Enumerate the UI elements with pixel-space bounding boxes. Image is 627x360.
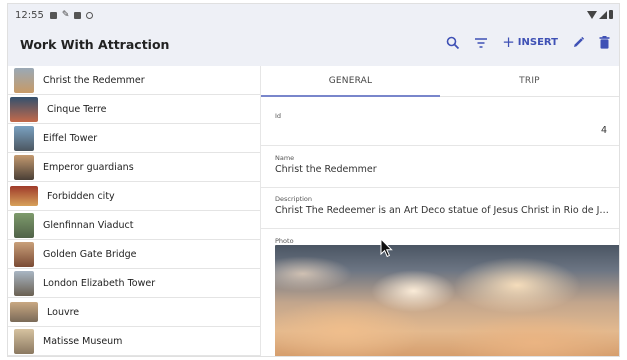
description-value: Christ The Redeemer is an Art Deco statu… <box>275 205 611 216</box>
battery-icon <box>609 10 613 19</box>
list-item-label: Cinque Terre <box>47 103 107 115</box>
list-item[interactable]: London Elizabeth Tower <box>8 269 260 298</box>
search-button[interactable] <box>446 36 460 50</box>
attraction-thumbnail <box>14 154 34 180</box>
detail-panel: GENERAL TRIP Id 4 Name Christ the Redemm… <box>261 66 619 356</box>
list-item[interactable]: Emperor guardians <box>8 153 260 182</box>
attraction-thumbnail <box>14 212 34 238</box>
notification-icon <box>49 11 57 19</box>
list-item-label: Golden Gate Bridge <box>43 248 137 260</box>
wifi-icon <box>587 10 597 19</box>
list-item-label: London Elizabeth Tower <box>43 277 156 289</box>
sd-card-icon <box>74 11 82 19</box>
signal-icon <box>599 10 607 19</box>
attraction-photo[interactable] <box>275 245 619 356</box>
attraction-thumbnail <box>14 328 34 354</box>
photo-caption: Photo <box>275 237 294 245</box>
list-item[interactable]: Louvre <box>8 298 260 327</box>
list-item[interactable]: Golden Gate Bridge <box>8 240 260 269</box>
list-item-label: Eiffel Tower <box>43 132 98 144</box>
status-system-icons <box>587 10 613 19</box>
attraction-thumbnail <box>14 270 34 296</box>
app-bar: Work With Attraction + INSERT <box>8 26 619 66</box>
add-icon: + <box>502 33 515 51</box>
insert-button-label: INSERT <box>517 37 558 48</box>
description-caption: Description <box>275 195 313 203</box>
description-field[interactable]: Description Christ The Redeemer is an Ar… <box>261 188 619 229</box>
list-item[interactable]: Matisse Museum <box>8 327 260 356</box>
list-item-label: Emperor guardians <box>43 161 134 173</box>
id-value: 4 <box>600 125 607 136</box>
filter-button[interactable] <box>474 37 488 49</box>
attraction-thumbnail <box>10 186 38 206</box>
name-field[interactable]: Name Christ the Redemmer <box>261 146 619 188</box>
edit-icon <box>574 36 585 47</box>
status-bar: 12:55 ✎ <box>8 4 619 26</box>
app-window: 12:55 ✎ Work With Attraction + INSERT Ch… <box>7 3 620 357</box>
toolbar-actions: + INSERT <box>446 35 610 50</box>
list-item-label: Forbidden city <box>47 190 115 202</box>
page-title: Work With Attraction <box>20 37 170 52</box>
insert-button[interactable]: + INSERT <box>502 35 558 50</box>
list-item-label: Christ the Redemmer <box>43 74 145 86</box>
list-item[interactable]: Eiffel Tower <box>8 124 260 153</box>
attraction-list: Christ the Redemmer Cinque Terre Eiffel … <box>8 66 261 356</box>
search-icon <box>446 36 460 49</box>
id-caption: Id <box>275 112 282 120</box>
delete-button[interactable] <box>599 36 610 49</box>
tab-general[interactable]: GENERAL <box>261 66 440 96</box>
detail-tabs: GENERAL TRIP <box>261 66 619 97</box>
attraction-thumbnail <box>14 241 34 267</box>
edit-button[interactable] <box>572 36 585 49</box>
sync-icon <box>86 11 94 19</box>
tab-trip[interactable]: TRIP <box>440 66 619 96</box>
delete-icon <box>599 36 610 49</box>
mouse-pointer-icon <box>380 238 393 258</box>
list-item-label: Matisse Museum <box>43 335 123 347</box>
list-item[interactable]: Christ the Redemmer <box>8 66 260 95</box>
name-caption: Name <box>275 154 295 162</box>
list-item-label: Glenfinnan Viaduct <box>43 219 134 231</box>
list-item[interactable]: Glenfinnan Viaduct <box>8 211 260 240</box>
attraction-thumbnail <box>14 125 34 151</box>
name-value: Christ the Redemmer <box>275 164 377 175</box>
status-time: 12:55 <box>15 9 44 21</box>
attraction-thumbnail <box>10 96 38 122</box>
attraction-thumbnail <box>14 67 34 93</box>
id-field[interactable]: Id 4 <box>261 97 619 146</box>
attraction-thumbnail <box>10 302 38 322</box>
status-notification-icons: ✎ <box>49 10 94 20</box>
list-item[interactable]: Cinque Terre <box>8 95 260 124</box>
list-item[interactable]: Forbidden city <box>8 182 260 211</box>
list-item-label: Louvre <box>47 306 80 318</box>
pen-notification-icon: ✎ <box>61 10 70 20</box>
filter-icon <box>475 37 488 48</box>
